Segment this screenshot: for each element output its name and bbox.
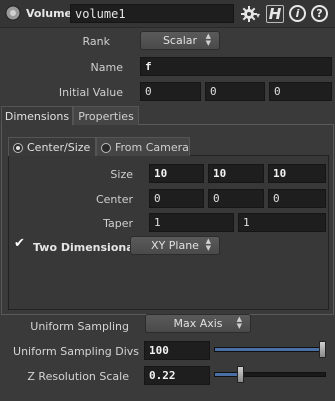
uniform-sampling-menu[interactable]: Max Axis ▲ ▼	[145, 314, 251, 333]
radio-on-icon	[13, 143, 23, 153]
uniform-sampling-label: Uniform Sampling	[30, 320, 129, 333]
uniform-sampling-divs-slider[interactable]	[214, 347, 326, 352]
node-name-field[interactable]: volume1	[70, 4, 234, 23]
center-y-field[interactable]: 0	[208, 189, 264, 208]
tab-properties[interactable]: Properties	[73, 106, 139, 125]
tab-dimensions[interactable]: Dimensions	[1, 106, 73, 125]
initial-value-z-field[interactable]: 0	[269, 82, 332, 101]
checkmark-icon[interactable]: ✔	[14, 237, 26, 250]
center-x-field[interactable]: 0	[149, 189, 204, 208]
two-dimensional-label[interactable]: Two Dimensional	[33, 241, 137, 254]
volume-node-icon	[5, 5, 21, 21]
subtab-center-size[interactable]: Center/Size	[8, 137, 96, 156]
plane-menu[interactable]: XY Plane ▲ ▼	[130, 236, 220, 255]
subtab-from-camera-label: From Camera	[115, 141, 189, 154]
uniform-sampling-menu-value: Max Axis	[173, 317, 223, 330]
uniform-sampling-divs-field[interactable]: 100	[144, 341, 210, 360]
updown-arrows-icon: ▲ ▼	[205, 237, 211, 252]
z-resolution-scale-field[interactable]: 0.22	[144, 366, 210, 385]
name-field[interactable]: f	[140, 57, 332, 76]
size-label: Size	[110, 168, 133, 181]
initial-value-label: Initial Value	[58, 86, 123, 99]
uniform-sampling-divs-label: Uniform Sampling Divs	[13, 345, 139, 358]
initial-value-y-field[interactable]: 0	[205, 82, 265, 101]
rank-menu[interactable]: Scalar ▲ ▼	[140, 31, 220, 50]
subtab-from-camera[interactable]: From Camera	[96, 137, 190, 156]
slider-fill	[215, 373, 238, 376]
updown-arrows-icon: ▲ ▼	[236, 315, 242, 330]
updown-arrows-icon: ▲ ▼	[205, 32, 211, 47]
center-z-field[interactable]: 0	[268, 189, 326, 208]
size-x-field[interactable]: 10	[149, 164, 204, 183]
question-icon[interactable]: ?	[311, 5, 328, 22]
info-icon[interactable]: i	[289, 5, 306, 22]
slider-fill	[215, 348, 320, 351]
z-resolution-scale-slider[interactable]	[214, 372, 326, 377]
subtab-center-size-label: Center/Size	[27, 141, 91, 154]
radio-off-icon	[101, 143, 111, 153]
plane-menu-value: XY Plane	[151, 239, 199, 252]
rank-menu-value: Scalar	[162, 34, 198, 47]
initial-value-x-field[interactable]: 0	[140, 82, 201, 101]
center-label: Center	[95, 193, 133, 206]
gear-dropdown-arrow-icon[interactable]: ▾	[256, 11, 260, 20]
rank-label: Rank	[82, 35, 110, 48]
slider-handle[interactable]	[237, 366, 244, 383]
taper-x-field[interactable]: 1	[149, 213, 234, 232]
taper-y-field[interactable]: 1	[238, 213, 326, 232]
name-label: Name	[90, 61, 123, 74]
size-z-field[interactable]: 10	[268, 164, 326, 183]
taper-label: Taper	[103, 217, 133, 230]
help-h-icon[interactable]: H	[266, 5, 284, 23]
slider-handle[interactable]	[319, 341, 326, 358]
node-type-label: Volume	[26, 7, 72, 20]
size-y-field[interactable]: 10	[208, 164, 264, 183]
z-resolution-scale-label: Z Resolution Scale	[27, 370, 129, 383]
